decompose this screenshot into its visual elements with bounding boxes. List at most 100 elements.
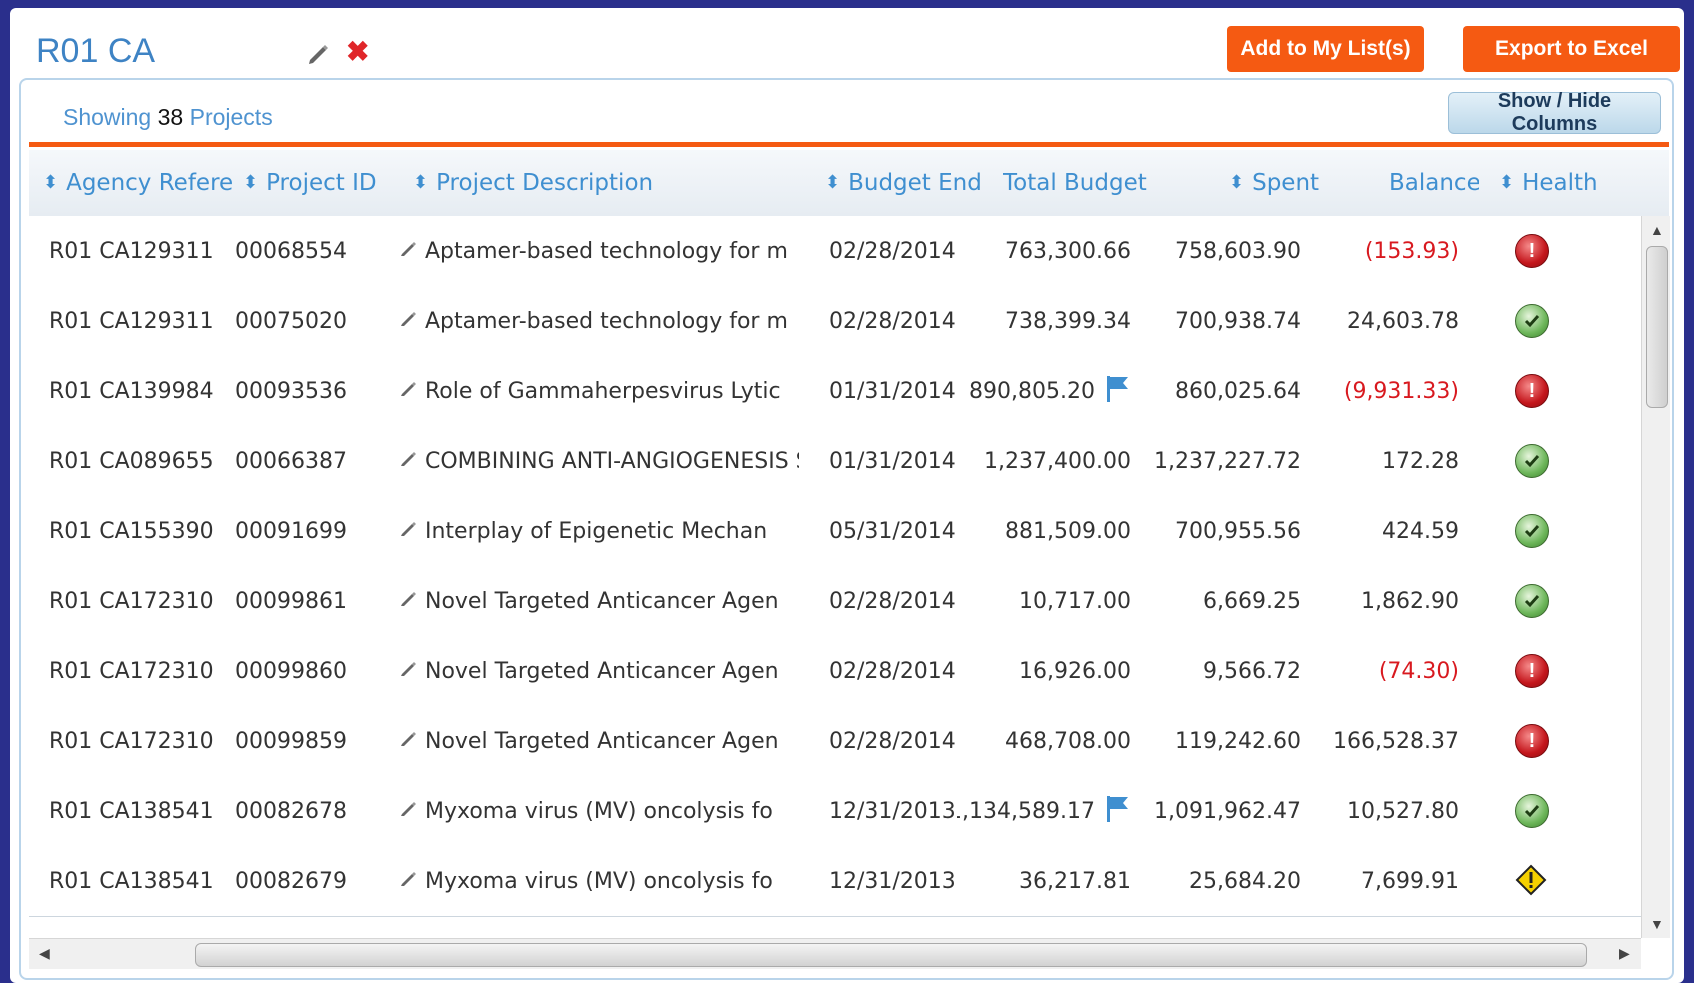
pencil-icon[interactable] [399,518,419,544]
total-budget-value: 763,300.66 [1005,238,1131,264]
scroll-left-icon[interactable]: ◀ [39,945,50,962]
pencil-icon[interactable] [399,868,419,894]
project-description-cell[interactable]: Aptamer-based technology for m [399,216,799,286]
show-hide-columns-button[interactable]: Show / Hide Columns [1448,90,1661,135]
total-budget-value: 738,399.34 [1005,308,1131,334]
balance-cell: (74.30) [1378,658,1459,684]
project-id-cell: 00091699 [235,518,347,544]
project-description-cell[interactable]: Novel Targeted Anticancer Agen [399,706,799,776]
sort-icon: ⬍ [825,172,841,193]
project-description-cell[interactable]: COMBINING ANTI-ANGIOGENESIS ST [399,426,799,496]
balance-cell: 24,603.78 [1347,308,1459,334]
total-budget-cell: 881,509.00 [957,496,1131,566]
agency-ref-cell: R01 CA172310 [49,658,214,684]
sort-icon: ⬍ [243,172,259,193]
table-row[interactable]: R01 CA138541 00082678 Myxoma virus (MV) on… [29,776,1641,847]
project-description-text: Role of Gammaherpesvirus Lytic [425,378,781,404]
table-row[interactable]: R01 CA129311 00068554 Aptamer-based techno… [29,216,1641,287]
total-budget-value: 468,708.00 [1005,728,1131,754]
total-budget-cell: 16,926.00 [957,636,1131,706]
spent-cell: 6,669.25 [1203,588,1301,614]
balance-cell: 7,699.91 [1361,868,1459,894]
agency-ref-cell: R01 CA172310 [49,588,214,614]
total-budget-value: 16,926.00 [1019,658,1131,684]
table-row[interactable]: R01 CA172310 00099861 Novel Targeted Antic… [29,566,1641,637]
horizontal-scrollbar[interactable]: ◀ ▶ [29,938,1641,969]
table-row[interactable]: R01 CA155390 00091699 Interplay of Epigene… [29,496,1641,567]
scroll-right-icon[interactable]: ▶ [1619,945,1630,962]
project-description-cell[interactable]: Interplay of Epigenetic Mechan [399,496,799,566]
pencil-icon[interactable] [399,238,419,264]
project-description-text: COMBINING ANTI-ANGIOGENESIS ST [425,448,799,474]
table-row[interactable]: R01 CA172310 00099860 Novel Targeted Antic… [29,636,1641,707]
project-id-cell: 00093536 [235,378,347,404]
flag-icon[interactable] [1105,794,1131,828]
scroll-down-icon[interactable]: ▼ [1650,916,1664,932]
column-header-spent[interactable]: ⬍ Spent [1229,150,1329,216]
alert-icon: ! [1515,724,1549,758]
agency-ref-cell: R01 CA139984 [49,378,214,404]
scrollbar-thumb[interactable] [195,943,1587,967]
project-description-cell[interactable]: Novel Targeted Anticancer Agen [399,636,799,706]
agency-ref-cell: R01 CA172310 [49,728,214,754]
column-header-balance[interactable]: Balance [1389,150,1479,216]
pencil-icon[interactable] [306,40,332,66]
project-description-text: Myxoma virus (MV) oncolysis fo [425,798,773,824]
pencil-icon[interactable] [399,728,419,754]
flag-icon[interactable] [1105,374,1131,408]
pencil-icon[interactable] [399,378,419,404]
project-description-cell[interactable]: Novel Targeted Anticancer Agen [399,566,799,636]
column-header-health[interactable]: ⬍ Health [1499,150,1659,216]
project-description-cell[interactable]: Myxoma virus (MV) oncolysis fo [399,846,799,916]
spent-cell: 1,091,962.47 [1154,798,1301,824]
total-budget-cell: 738,399.34 [957,286,1131,356]
project-description-cell[interactable]: Role of Gammaherpesvirus Lytic [399,356,799,426]
scrollbar-thumb[interactable] [1646,246,1668,408]
pencil-icon[interactable] [399,658,419,684]
project-description-text: Novel Targeted Anticancer Agen [425,588,779,614]
column-header-project-description[interactable]: ⬍ Project Description [413,150,793,216]
pencil-icon[interactable] [399,448,419,474]
agency-ref-cell: R01 CA138541 [49,798,214,824]
pencil-icon[interactable] [399,588,419,614]
table-header: ⬍ Agency Refere ⬍ Project ID ⬍ Project Desc… [29,150,1669,217]
check-icon [1515,584,1549,618]
scroll-up-icon[interactable]: ▲ [1650,222,1664,238]
project-count: 38 [157,104,184,130]
total-budget-value: 890,805.20 [969,378,1095,404]
column-header-budget-end[interactable]: ⬍ Budget End [825,150,985,216]
export-to-excel-button[interactable]: Export to Excel [1463,26,1680,72]
check-icon [1515,514,1549,548]
total-budget-cell: 36,217.81 [957,846,1131,916]
column-header-project-id[interactable]: ⬍ Project ID [243,150,393,216]
project-id-cell: 00068554 [235,238,347,264]
project-description-text: Aptamer-based technology for m [425,308,788,334]
project-id-cell: 00082678 [235,798,347,824]
table-row[interactable]: R01 CA089655 00066387 COMBINING ANTI-ANGIO… [29,426,1641,497]
alert-icon: ! [1515,654,1549,688]
column-header-total-budget[interactable]: Total Budget [1003,150,1153,216]
project-id-cell: 00099859 [235,728,347,754]
project-description-cell[interactable]: Aptamer-based technology for m [399,286,799,356]
balance-cell: 172.28 [1382,448,1459,474]
table-row[interactable]: R01 CA138541 00082679 Myxoma virus (MV) on… [29,846,1641,917]
total-budget-value: 10,717.00 [1019,588,1131,614]
table-row[interactable]: R01 CA172310 00099859 Novel Targeted Antic… [29,706,1641,777]
balance-cell: 424.59 [1382,518,1459,544]
project-description-text: Myxoma virus (MV) oncolysis fo [425,868,773,894]
vertical-scrollbar[interactable]: ▲ ▼ [1641,216,1670,938]
add-to-my-lists-button[interactable]: Add to My List(s) [1227,26,1424,72]
project-description-cell[interactable]: Myxoma virus (MV) oncolysis fo [399,776,799,846]
sort-icon: ⬍ [43,172,59,193]
total-budget-cell: 10,717.00 [957,566,1131,636]
column-header-agency-ref[interactable]: ⬍ Agency Refere [43,150,233,216]
table-body: R01 CA129311 00068554 Aptamer-based techno… [29,216,1641,938]
pencil-icon[interactable] [399,798,419,824]
spent-cell: 25,684.20 [1189,868,1301,894]
table-row[interactable]: R01 CA129311 00075020 Aptamer-based techno… [29,286,1641,357]
project-id-cell: 00075020 [235,308,347,334]
sort-icon: ⬍ [1499,172,1515,193]
close-icon[interactable]: ✖ [346,38,369,66]
table-row[interactable]: R01 CA139984 00093536 Role of Gammaherpesv… [29,356,1641,427]
pencil-icon[interactable] [399,308,419,334]
